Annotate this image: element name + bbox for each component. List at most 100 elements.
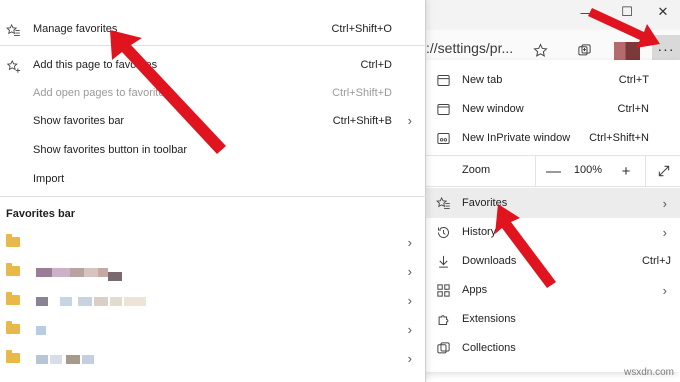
menu-item-label: Downloads: [462, 255, 517, 267]
menu-item-collections[interactable]: Collections: [425, 334, 680, 362]
star-icon[interactable]: [530, 40, 550, 60]
download-icon: [435, 253, 451, 269]
menu-item-label: Collections: [462, 342, 516, 354]
menu-item-label: Manage favorites: [33, 23, 118, 35]
blurred-name: [78, 297, 92, 306]
zoom-level: 100%: [573, 164, 603, 176]
folder-icon: [6, 263, 20, 276]
menu-item-shortcut: Ctrl+Shift+O: [331, 23, 392, 35]
menu-item-shortcut: Ctrl+D: [360, 59, 392, 71]
menu-item-label: Add open pages to favorites: [33, 87, 170, 99]
menu-item-label: Show favorites button in toolbar: [33, 144, 188, 156]
blurred-name: [50, 355, 62, 364]
screenshot-stage: — ☐ ✕ ://settings/pr... ··· New tab Ctrl…: [0, 0, 680, 382]
menu-item-label: Favorites: [462, 197, 508, 209]
menu-divider: [425, 186, 680, 187]
menu-item-label: Apps: [462, 284, 488, 296]
close-button[interactable]: ✕: [646, 0, 680, 24]
menu-item-manage-favorites[interactable]: Manage favorites Ctrl+Shift+O: [0, 17, 426, 43]
menu-item-show-favorites-bar[interactable]: Show favorites bar Ctrl+Shift+B ›: [0, 109, 426, 135]
chevron-right-icon: ›: [407, 351, 412, 366]
folder-icon: [6, 350, 20, 363]
chevron-right-icon: ›: [662, 195, 667, 211]
folder-icon: [6, 234, 20, 247]
favorite-folder[interactable]: ›: [0, 258, 426, 286]
favorite-folder[interactable]: ›: [0, 287, 426, 315]
add-favorite-icon: [5, 58, 21, 74]
watermark-text: wsxdn.com: [623, 367, 674, 378]
menu-item-apps[interactable]: Apps ›: [425, 276, 680, 304]
profile-avatar[interactable]: [614, 42, 640, 60]
menu-item-label: Extensions: [462, 313, 516, 325]
favorites-bar-heading: Favorites bar: [6, 208, 76, 220]
blurred-name: [108, 272, 122, 281]
inprivate-icon: [435, 130, 451, 146]
menu-item-history[interactable]: History ›: [425, 218, 680, 246]
menu-item-new-window[interactable]: New window Ctrl+N: [425, 95, 680, 123]
menu-item-shortcut: Ctrl+J: [641, 255, 671, 267]
minimize-button[interactable]: —: [570, 0, 604, 24]
menu-item-add-open-pages: Add open pages to favorites Ctrl+Shift+D: [0, 81, 426, 107]
blurred-name: [124, 297, 146, 306]
main-menu: New tab Ctrl+T New window Ctrl+N New InP…: [424, 60, 680, 372]
maximize-button[interactable]: ☐: [610, 0, 644, 24]
browser-window: — ☐ ✕ ://settings/pr... ··· New tab Ctrl…: [424, 0, 680, 382]
new-window-icon: [435, 101, 451, 117]
blurred-name: [82, 355, 94, 364]
menu-item-show-favorites-button[interactable]: Show favorites button in toolbar: [0, 138, 426, 164]
menu-item-add-this-page[interactable]: Add this page to favorites Ctrl+D: [0, 53, 426, 79]
favorite-folder[interactable]: ›: [0, 316, 426, 344]
blurred-name: [94, 297, 108, 306]
menu-item-label: History: [462, 226, 497, 238]
menu-item-downloads[interactable]: Downloads Ctrl+J: [425, 247, 680, 275]
chevron-right-icon: ›: [662, 224, 667, 240]
apps-icon: [435, 282, 451, 298]
folder-icon: [6, 292, 20, 305]
collections-icon: [435, 340, 451, 356]
menu-item-shortcut: Ctrl+Shift+N: [589, 132, 649, 144]
chevron-right-icon: ›: [407, 113, 412, 128]
fullscreen-icon: [658, 165, 669, 177]
blurred-name: [84, 268, 98, 277]
manage-favorites-icon: [5, 22, 21, 38]
fullscreen-button[interactable]: [645, 156, 680, 186]
favorite-folder[interactable]: ›: [0, 229, 426, 257]
menu-item-favorites[interactable]: Favorites ›: [425, 189, 680, 217]
favorites-icon: [435, 195, 451, 211]
blurred-name: [98, 268, 108, 277]
chevron-right-icon: ›: [407, 322, 412, 337]
blurred-name: [52, 268, 70, 277]
blurred-name: [110, 297, 122, 306]
zoom-in-button[interactable]: +: [608, 156, 644, 186]
menu-item-label: New window: [462, 103, 524, 115]
favorites-panel: Manage favorites Ctrl+Shift+O Add this p…: [0, 0, 426, 382]
zoom-label: Zoom: [462, 164, 491, 176]
title-bar: — ☐ ✕: [424, 0, 680, 30]
address-bar-text[interactable]: ://settings/pr...: [426, 40, 513, 56]
history-icon: [435, 224, 451, 240]
blurred-name: [36, 297, 48, 306]
extensions-icon: [435, 311, 451, 327]
folder-icon: [6, 321, 20, 334]
menu-item-extensions[interactable]: Extensions: [425, 305, 680, 333]
zoom-control: Zoom — 100% +: [425, 156, 680, 186]
menu-item-shortcut: Ctrl+Shift+B: [332, 115, 392, 127]
collections-icon[interactable]: [574, 40, 594, 60]
menu-item-label: New InPrivate window: [462, 132, 571, 144]
menu-item-shortcut: Ctrl+T: [618, 74, 649, 86]
blurred-name: [36, 268, 52, 277]
blurred-name: [70, 268, 84, 277]
chevron-right-icon: ›: [662, 282, 667, 298]
chevron-right-icon: ›: [407, 235, 412, 250]
menu-item-import[interactable]: Import: [0, 167, 426, 193]
settings-and-more-button[interactable]: ···: [652, 35, 680, 63]
blurred-name: [66, 355, 80, 364]
menu-divider: [0, 45, 426, 46]
favorite-folder[interactable]: ›: [0, 345, 426, 373]
blurred-name: [36, 326, 46, 335]
menu-item-new-tab[interactable]: New tab Ctrl+T: [425, 66, 680, 94]
menu-item-label: Show favorites bar: [33, 115, 125, 127]
chevron-right-icon: ›: [407, 293, 412, 308]
chevron-right-icon: ›: [407, 264, 412, 279]
menu-item-new-inprivate-window[interactable]: New InPrivate window Ctrl+Shift+N: [425, 124, 680, 152]
